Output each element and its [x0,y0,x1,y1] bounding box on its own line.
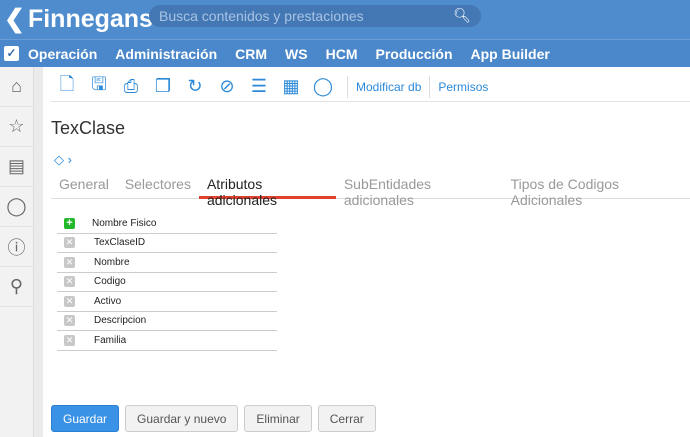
save-button[interactable]: Guardar [51,405,120,432]
add-row-icon[interactable]: + [64,217,75,229]
page-title: TexClase [51,118,126,138]
form-actions: Guardar Guardar y nuevo Eliminar Cerrar [51,405,376,432]
table-row[interactable]: ✕ Codigo [57,273,277,292]
delete-row-icon[interactable]: ✕ [64,334,75,346]
star-icon[interactable]: ☆ [0,107,33,147]
nav-app-builder[interactable]: App Builder [471,46,550,62]
checkbox-menu-icon[interactable]: ✓ [4,46,19,61]
tag-icon[interactable]: ◇ › [54,152,72,168]
logo-chevron-icon: ❮ [4,5,25,33]
history-icon[interactable]: ↻ [179,76,211,97]
delete-row-icon[interactable]: ✕ [64,276,75,288]
top-bar: ❮ Finnegans Busca contenidos y prestacion… [0,0,690,39]
modificar-db-link[interactable]: Modificar db [356,80,421,94]
sidebar: ⌂ ☆ ▤ ◯ ⓘ ⚲ [0,67,34,437]
chat-icon[interactable]: ◯ [0,187,33,227]
new-document-icon[interactable]: 🗋︎ [51,72,83,102]
copy-icon[interactable]: ❐ [147,76,179,97]
home-icon[interactable]: ⌂ [0,67,33,107]
tab-atributos-adicionales[interactable]: Atributos adicionales [198,174,336,208]
delete-button[interactable]: Eliminar [244,405,312,432]
checklist-icon[interactable]: ☰ [243,76,275,97]
user-search-icon[interactable]: ⚲ [0,267,33,307]
toolbar-separator [347,75,348,98]
close-button[interactable]: Cerrar [317,405,376,432]
nav-crm[interactable]: CRM [235,46,267,62]
attributes-grid: + Nombre Fisico ✕ TexClaseID ✕ Nombre ✕ Codi… [57,214,277,351]
delete-row-icon[interactable]: ✕ [64,315,75,327]
grid-header: + Nombre Fisico [57,214,277,234]
tab-general[interactable]: General [51,174,117,199]
save-icon[interactable]: 🖫︎ [83,72,115,102]
attachment-icon[interactable]: ⊘ [211,76,243,97]
delete-row-icon[interactable]: ✕ [64,256,75,268]
search-input[interactable]: Busca contenidos y prestaciones 🔍︎ [149,5,481,27]
nav-administracion[interactable]: Administración [115,46,217,62]
delete-row-icon[interactable]: ✕ [64,237,75,249]
search-icon[interactable]: 🔍︎ [453,7,471,24]
clipboard-icon[interactable]: ▤ [0,147,33,187]
main-nav: ✓ Operación Administración CRM WS HCM Pr… [0,39,690,67]
print-icon[interactable]: ⎙ [115,76,147,97]
nav-hcm[interactable]: HCM [326,46,358,62]
logo[interactable]: ❮ Finnegans [4,4,153,34]
save-and-new-button[interactable]: Guardar y nuevo [125,405,239,432]
report-icon[interactable]: ▦ [275,76,307,97]
nav-produccion[interactable]: Producción [376,46,453,62]
nav-ws[interactable]: WS [285,46,308,62]
toolbar: 🗋︎ 🖫︎ ⎙ ❐ ↻ ⊘ ☰ ▦ ◯ Modificar db Permiso… [51,72,690,102]
table-row[interactable]: ✕ Nombre [57,253,277,273]
tab-selectores[interactable]: Selectores [117,174,199,199]
nav-operacion[interactable]: Operación [28,46,97,62]
delete-row-icon[interactable]: ✕ [64,295,75,307]
table-row[interactable]: ✕ Familia [57,331,277,351]
permisos-link[interactable]: Permisos [438,80,488,94]
table-row[interactable]: ✕ Descripcion [57,312,277,331]
tab-subentidades-adicionales[interactable]: SubEntidades adicionales [336,174,503,208]
toolbar-separator [429,75,431,98]
comment-icon[interactable]: ◯ [307,76,339,97]
tab-bar: General Selectores Atributos adicionales… [51,174,690,208]
tab-tipos-codigos-adicionales[interactable]: Tipos de Codigos Adicionales [503,174,690,208]
table-row[interactable]: ✕ Activo [57,292,277,312]
sidebar-divider [34,67,43,437]
table-row[interactable]: ✕ TexClaseID [57,234,277,253]
help-icon[interactable]: ⓘ [0,227,33,267]
